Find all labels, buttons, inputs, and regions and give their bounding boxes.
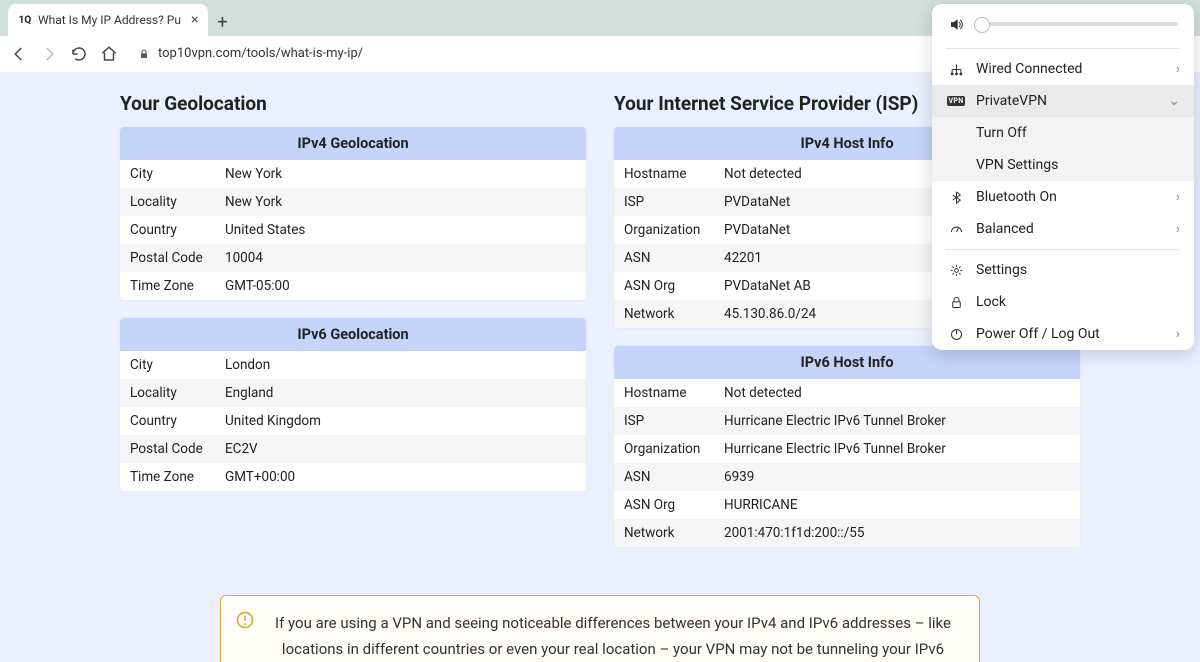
- tray-lock[interactable]: Lock: [932, 286, 1194, 318]
- tab-favicon-icon: 1Q: [18, 13, 32, 27]
- table-row: ASN OrgHURRICANE: [614, 491, 1080, 519]
- volume-slider[interactable]: [974, 22, 1178, 26]
- ipv6-geolocation-panel: IPv6 Geolocation CityLondon LocalityEngl…: [120, 318, 586, 491]
- tray-label: Power Off / Log Out: [976, 326, 1100, 342]
- table-row: CityNew York: [120, 160, 586, 188]
- volume-icon: [948, 16, 964, 32]
- panel-title: IPv4 Geolocation: [120, 127, 586, 160]
- table-row: Time ZoneGMT+00:00: [120, 463, 586, 491]
- tab-title: What Is My IP Address? Pu: [38, 13, 181, 27]
- url-text: top10vpn.com/tools/what-is-my-ip/: [158, 46, 363, 61]
- panel-title: IPv6 Host Info: [614, 346, 1080, 379]
- ipv6-host-panel: IPv6 Host Info HostnameNot detected ISPH…: [614, 346, 1080, 547]
- tray-bluetooth[interactable]: Bluetooth On ›: [932, 181, 1194, 213]
- table-row: Time ZoneGMT-05:00: [120, 272, 586, 300]
- lock-icon: [948, 294, 964, 310]
- back-button[interactable]: [10, 45, 28, 63]
- notice-text-pre: If you are using a VPN and seeing notice…: [275, 614, 951, 662]
- bluetooth-icon: [948, 189, 964, 205]
- system-tray-panel: Wired Connected › VPN PrivateVPN ⌄ Turn …: [932, 4, 1194, 350]
- table-row: LocalityNew York: [120, 188, 586, 216]
- tray-divider: [946, 48, 1180, 49]
- browser-tab[interactable]: 1Q What Is My IP Address? Pu ×: [8, 4, 208, 36]
- table-row: LocalityEngland: [120, 379, 586, 407]
- tray-settings[interactable]: Settings: [932, 254, 1194, 286]
- speedometer-icon: [948, 221, 964, 237]
- chevron-right-icon: ›: [1176, 221, 1180, 237]
- table-row: CityLondon: [120, 351, 586, 379]
- table-row: HostnameNot detected: [614, 379, 1080, 407]
- tray-label: Turn Off: [976, 125, 1027, 141]
- gear-icon: [948, 262, 964, 278]
- network-icon: [948, 61, 964, 77]
- table-row: CountryUnited Kingdom: [120, 407, 586, 435]
- panel-title: IPv6 Geolocation: [120, 318, 586, 351]
- tray-vpn-settings[interactable]: VPN Settings: [932, 149, 1194, 181]
- reload-button[interactable]: [70, 45, 88, 63]
- tray-vpn-submenu: Turn Off VPN Settings: [932, 117, 1194, 181]
- tray-label: Lock: [976, 294, 1006, 310]
- table-row: ISPHurricane Electric IPv6 Tunnel Broker: [614, 407, 1080, 435]
- warning-icon: [235, 610, 255, 630]
- tray-label: VPN Settings: [976, 157, 1058, 173]
- tray-vpn[interactable]: VPN PrivateVPN ⌄: [932, 85, 1194, 117]
- tray-divider: [946, 249, 1180, 250]
- power-icon: [948, 326, 964, 342]
- tray-label: Settings: [976, 262, 1027, 278]
- chevron-right-icon: ›: [1176, 61, 1180, 77]
- table-row: ASN6939: [614, 463, 1080, 491]
- close-icon[interactable]: ×: [191, 12, 198, 28]
- tray-wired[interactable]: Wired Connected ›: [932, 53, 1194, 85]
- chevron-right-icon: ›: [1176, 326, 1180, 342]
- geolocation-heading: Your Geolocation: [120, 92, 586, 115]
- home-button[interactable]: [100, 45, 118, 63]
- tray-vpn-turnoff[interactable]: Turn Off: [932, 117, 1194, 149]
- table-row: CountryUnited States: [120, 216, 586, 244]
- table-row: Network2001:470:1f1d:200::/55: [614, 519, 1080, 547]
- table-row: Postal Code10004: [120, 244, 586, 272]
- vpn-notice: If you are using a VPN and seeing notice…: [220, 595, 980, 662]
- lock-icon: [138, 48, 150, 60]
- volume-row: [932, 4, 1194, 44]
- table-row: Postal CodeEC2V: [120, 435, 586, 463]
- tray-power[interactable]: Power Off / Log Out ›: [932, 318, 1194, 350]
- forward-button[interactable]: [40, 45, 58, 63]
- chevron-down-icon: ⌄: [1168, 93, 1180, 109]
- tray-balanced[interactable]: Balanced ›: [932, 213, 1194, 245]
- tray-label: Bluetooth On: [976, 189, 1057, 205]
- chevron-right-icon: ›: [1176, 189, 1180, 205]
- vpn-icon: VPN: [948, 93, 964, 109]
- tray-label: Wired Connected: [976, 61, 1082, 77]
- new-tab-button[interactable]: +: [208, 8, 236, 36]
- tray-label: Balanced: [976, 221, 1034, 237]
- table-row: OrganizationHurricane Electric IPv6 Tunn…: [614, 435, 1080, 463]
- ipv4-geolocation-panel: IPv4 Geolocation CityNew York LocalityNe…: [120, 127, 586, 300]
- tray-label: PrivateVPN: [976, 93, 1047, 109]
